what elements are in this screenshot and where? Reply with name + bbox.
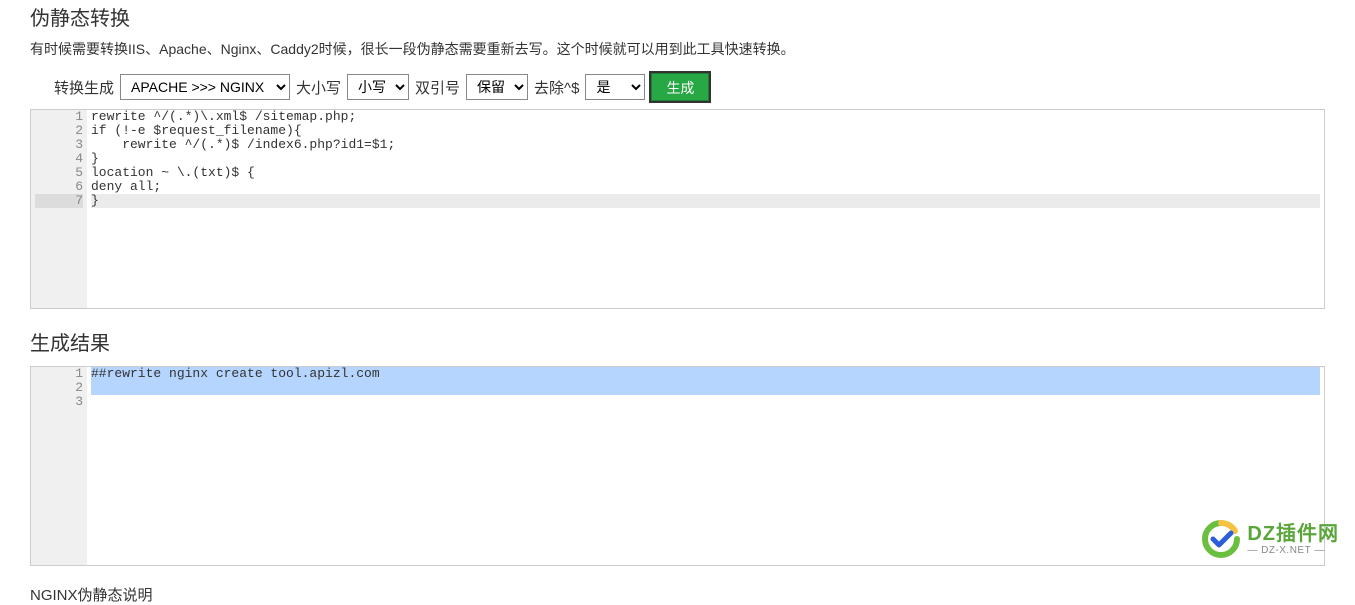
strip-label: 去除^$: [534, 77, 579, 98]
page-description: 有时候需要转换IIS、Apache、Nginx、Caddy2时候，很长一段伪静态…: [30, 39, 1325, 59]
result-editor[interactable]: 123 ##rewrite nginx create tool.apizl.co…: [30, 366, 1325, 566]
result-code-line[interactable]: [91, 381, 1320, 395]
input-editor[interactable]: 1234567 rewrite ^/(.*)\.xml$ /sitemap.ph…: [30, 109, 1325, 309]
quote-select[interactable]: 保留: [466, 74, 528, 100]
input-gutter: 1234567: [31, 110, 87, 308]
code-line[interactable]: location ~ \.(txt)$ {: [91, 166, 1320, 180]
case-label: 大小写: [296, 77, 341, 98]
code-line[interactable]: }: [91, 152, 1320, 166]
quote-label: 双引号: [415, 77, 460, 98]
convert-select[interactable]: APACHE >>> NGINX: [120, 74, 290, 100]
code-line[interactable]: if (!-e $request_filename){: [91, 124, 1320, 138]
generate-button[interactable]: 生成: [651, 73, 709, 101]
result-gutter: 123: [31, 367, 87, 565]
result-code-line[interactable]: ##rewrite nginx create tool.apizl.com: [91, 367, 1320, 381]
code-line[interactable]: }: [91, 194, 1320, 208]
result-title: 生成结果: [30, 327, 1325, 356]
controls-row: 转换生成 APACHE >>> NGINX 大小写 小写 双引号 保留 去除^$…: [54, 73, 1325, 101]
code-line[interactable]: rewrite ^/(.*)$ /index6.php?id1=$1;: [91, 138, 1320, 152]
result-code-area[interactable]: ##rewrite nginx create tool.apizl.com: [87, 367, 1324, 565]
input-code-area[interactable]: rewrite ^/(.*)\.xml$ /sitemap.php;if (!-…: [87, 110, 1324, 308]
convert-label: 转换生成: [54, 77, 114, 98]
code-line[interactable]: rewrite ^/(.*)\.xml$ /sitemap.php;: [91, 110, 1320, 124]
result-code-line[interactable]: [91, 395, 1320, 409]
nginx-note: NGINX伪静态说明: [30, 584, 1325, 605]
strip-select[interactable]: 是: [585, 74, 645, 100]
case-select[interactable]: 小写: [347, 74, 409, 100]
page-title: 伪静态转换: [30, 0, 1325, 31]
code-line[interactable]: deny all;: [91, 180, 1320, 194]
